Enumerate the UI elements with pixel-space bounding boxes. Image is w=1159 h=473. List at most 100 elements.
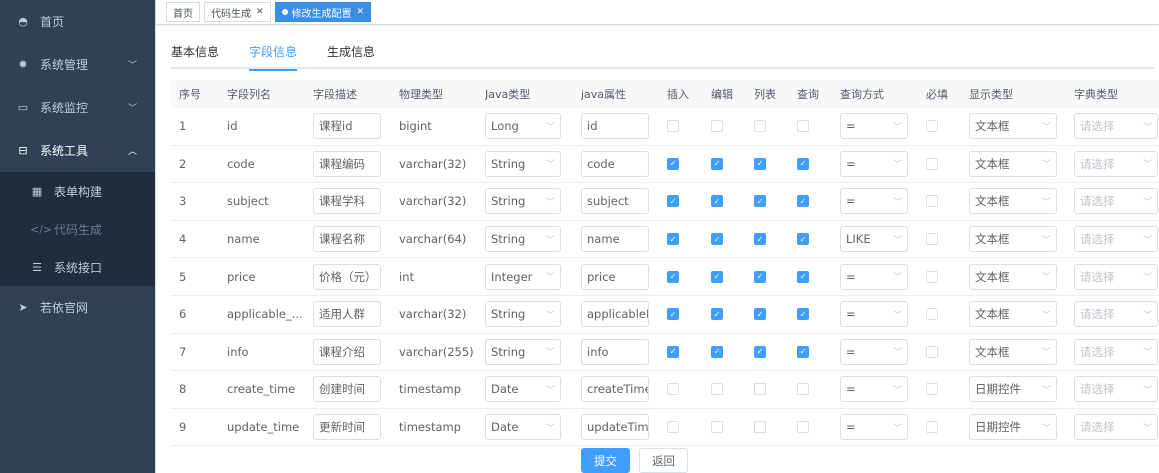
java-type-select[interactable]: Date ﹀ xyxy=(485,376,561,403)
checkbox-required[interactable] xyxy=(926,195,938,208)
column-comment-input[interactable]: 课程编码 xyxy=(313,150,381,177)
checkbox-required[interactable] xyxy=(926,157,938,170)
close-icon[interactable]: ✕ xyxy=(256,7,264,17)
column-comment-input[interactable]: 创建时间 xyxy=(313,376,381,403)
tab-basic-info[interactable]: 基本信息 xyxy=(171,40,219,69)
dict-type-select[interactable]: 请选择 ﹀ xyxy=(1074,150,1158,177)
checkbox-query[interactable]: ✓ xyxy=(797,345,809,358)
checkbox-required[interactable] xyxy=(926,421,938,434)
checkbox-required[interactable] xyxy=(926,308,938,321)
column-comment-input[interactable]: 价格（元） xyxy=(313,263,381,290)
tab-gen-info[interactable]: 生成信息 xyxy=(327,40,375,69)
checkbox-ins[interactable]: ✓ xyxy=(667,308,679,321)
checkbox-ins[interactable]: ✓ xyxy=(667,195,679,208)
checkbox-edit[interactable]: ✓ xyxy=(711,157,723,170)
checkbox-edit[interactable] xyxy=(711,421,723,434)
dict-type-select[interactable]: 请选择 ﹀ xyxy=(1074,113,1158,140)
checkbox-required[interactable] xyxy=(926,233,938,246)
java-field-input[interactable]: updateTime xyxy=(581,414,649,441)
checkbox-list[interactable]: ✓ xyxy=(754,233,766,246)
html-type-select[interactable]: 文本框 ﹀ xyxy=(969,188,1057,215)
java-field-input[interactable]: info xyxy=(581,338,649,365)
checkbox-ins[interactable] xyxy=(667,383,679,396)
checkbox-list[interactable] xyxy=(754,120,766,133)
checkbox-edit[interactable]: ✓ xyxy=(711,195,723,208)
checkbox-query[interactable]: ✓ xyxy=(797,233,809,246)
tag-home[interactable]: 首页 xyxy=(166,2,200,22)
java-type-select[interactable]: String ﹀ xyxy=(485,150,561,177)
java-type-select[interactable]: Date ﹀ xyxy=(485,414,561,441)
java-type-select[interactable]: String ﹀ xyxy=(485,188,561,215)
menu-swagger[interactable]: ☰ 系统接口 xyxy=(0,248,155,286)
html-type-select[interactable]: 日期控件 ﹀ xyxy=(969,414,1057,441)
dict-type-select[interactable]: 请选择 ﹀ xyxy=(1074,338,1158,365)
checkbox-edit[interactable]: ✓ xyxy=(711,345,723,358)
checkbox-edit[interactable]: ✓ xyxy=(711,308,723,321)
checkbox-list[interactable]: ✓ xyxy=(754,345,766,358)
checkbox-required[interactable] xyxy=(926,120,938,133)
checkbox-list[interactable]: ✓ xyxy=(754,308,766,321)
checkbox-edit[interactable] xyxy=(711,120,723,133)
html-type-select[interactable]: 文本框 ﹀ xyxy=(969,150,1057,177)
submit-button[interactable]: 提交 xyxy=(581,448,630,473)
checkbox-query[interactable] xyxy=(797,120,809,133)
java-field-input[interactable]: code xyxy=(581,150,649,177)
dict-type-select[interactable]: 请选择 ﹀ xyxy=(1074,188,1158,215)
checkbox-list[interactable]: ✓ xyxy=(754,270,766,283)
dict-type-select[interactable]: 请选择 ﹀ xyxy=(1074,301,1158,328)
menu-tool[interactable]: ⊟ 系统工具 ︿ xyxy=(0,129,155,172)
checkbox-required[interactable] xyxy=(926,345,938,358)
dict-type-select[interactable]: 请选择 ﹀ xyxy=(1074,263,1158,290)
java-type-select[interactable]: String ﹀ xyxy=(485,226,561,253)
html-type-select[interactable]: 文本框 ﹀ xyxy=(969,226,1057,253)
checkbox-ins[interactable] xyxy=(667,421,679,434)
column-comment-input[interactable]: 课程学科 xyxy=(313,188,381,215)
checkbox-edit[interactable] xyxy=(711,383,723,396)
column-comment-input[interactable]: 课程id xyxy=(313,113,381,140)
query-type-select[interactable]: = ﹀ xyxy=(840,414,908,441)
dict-type-select[interactable]: 请选择 ﹀ xyxy=(1074,414,1158,441)
html-type-select[interactable]: 日期控件 ﹀ xyxy=(969,376,1057,403)
query-type-select[interactable]: = ﹀ xyxy=(840,301,908,328)
html-type-select[interactable]: 文本框 ﹀ xyxy=(969,113,1057,140)
query-type-select[interactable]: = ﹀ xyxy=(840,113,908,140)
menu-system[interactable]: ✹ 系统管理 ﹀ xyxy=(0,43,155,86)
java-field-input[interactable]: applicablePerson xyxy=(581,301,649,328)
menu-code-gen[interactable]: </> 代码生成 xyxy=(0,210,155,248)
checkbox-ins[interactable]: ✓ xyxy=(667,270,679,283)
java-type-select[interactable]: String ﹀ xyxy=(485,301,561,328)
checkbox-query[interactable] xyxy=(797,421,809,434)
close-icon[interactable]: ✕ xyxy=(357,7,365,17)
query-type-select[interactable]: = ﹀ xyxy=(840,263,908,290)
java-type-select[interactable]: String ﹀ xyxy=(485,338,561,365)
checkbox-query[interactable]: ✓ xyxy=(797,157,809,170)
java-field-input[interactable]: subject xyxy=(581,188,649,215)
checkbox-list[interactable]: ✓ xyxy=(754,195,766,208)
tag-edit-config[interactable]: 修改生成配置 ✕ xyxy=(274,2,372,22)
dict-type-select[interactable]: 请选择 ﹀ xyxy=(1074,226,1158,253)
checkbox-ins[interactable]: ✓ xyxy=(667,233,679,246)
java-field-input[interactable]: id xyxy=(581,113,649,140)
column-comment-input[interactable]: 课程名称 xyxy=(313,226,381,253)
checkbox-query[interactable]: ✓ xyxy=(797,270,809,283)
checkbox-required[interactable] xyxy=(926,270,938,283)
java-field-input[interactable]: createTime xyxy=(581,376,649,403)
checkbox-list[interactable] xyxy=(754,383,766,396)
checkbox-query[interactable]: ✓ xyxy=(797,308,809,321)
checkbox-required[interactable] xyxy=(926,383,938,396)
checkbox-ins[interactable]: ✓ xyxy=(667,345,679,358)
tag-code-gen[interactable]: 代码生成 ✕ xyxy=(204,2,271,22)
html-type-select[interactable]: 文本框 ﹀ xyxy=(969,338,1057,365)
checkbox-ins[interactable] xyxy=(667,120,679,133)
menu-monitor[interactable]: ▭ 系统监控 ﹀ xyxy=(0,86,155,129)
menu-home[interactable]: ◓ 首页 xyxy=(0,0,155,43)
java-type-select[interactable]: Long ﹀ xyxy=(485,113,561,140)
checkbox-ins[interactable]: ✓ xyxy=(667,157,679,170)
column-comment-input[interactable]: 更新时间 xyxy=(313,414,381,441)
tab-field-info[interactable]: 字段信息 xyxy=(249,40,298,71)
query-type-select[interactable]: = ﹀ xyxy=(840,188,908,215)
checkbox-query[interactable]: ✓ xyxy=(797,195,809,208)
query-type-select[interactable]: = ﹀ xyxy=(840,376,908,403)
column-comment-input[interactable]: 适用人群 xyxy=(313,301,381,328)
menu-form-build[interactable]: ▦ 表单构建 xyxy=(0,172,155,210)
